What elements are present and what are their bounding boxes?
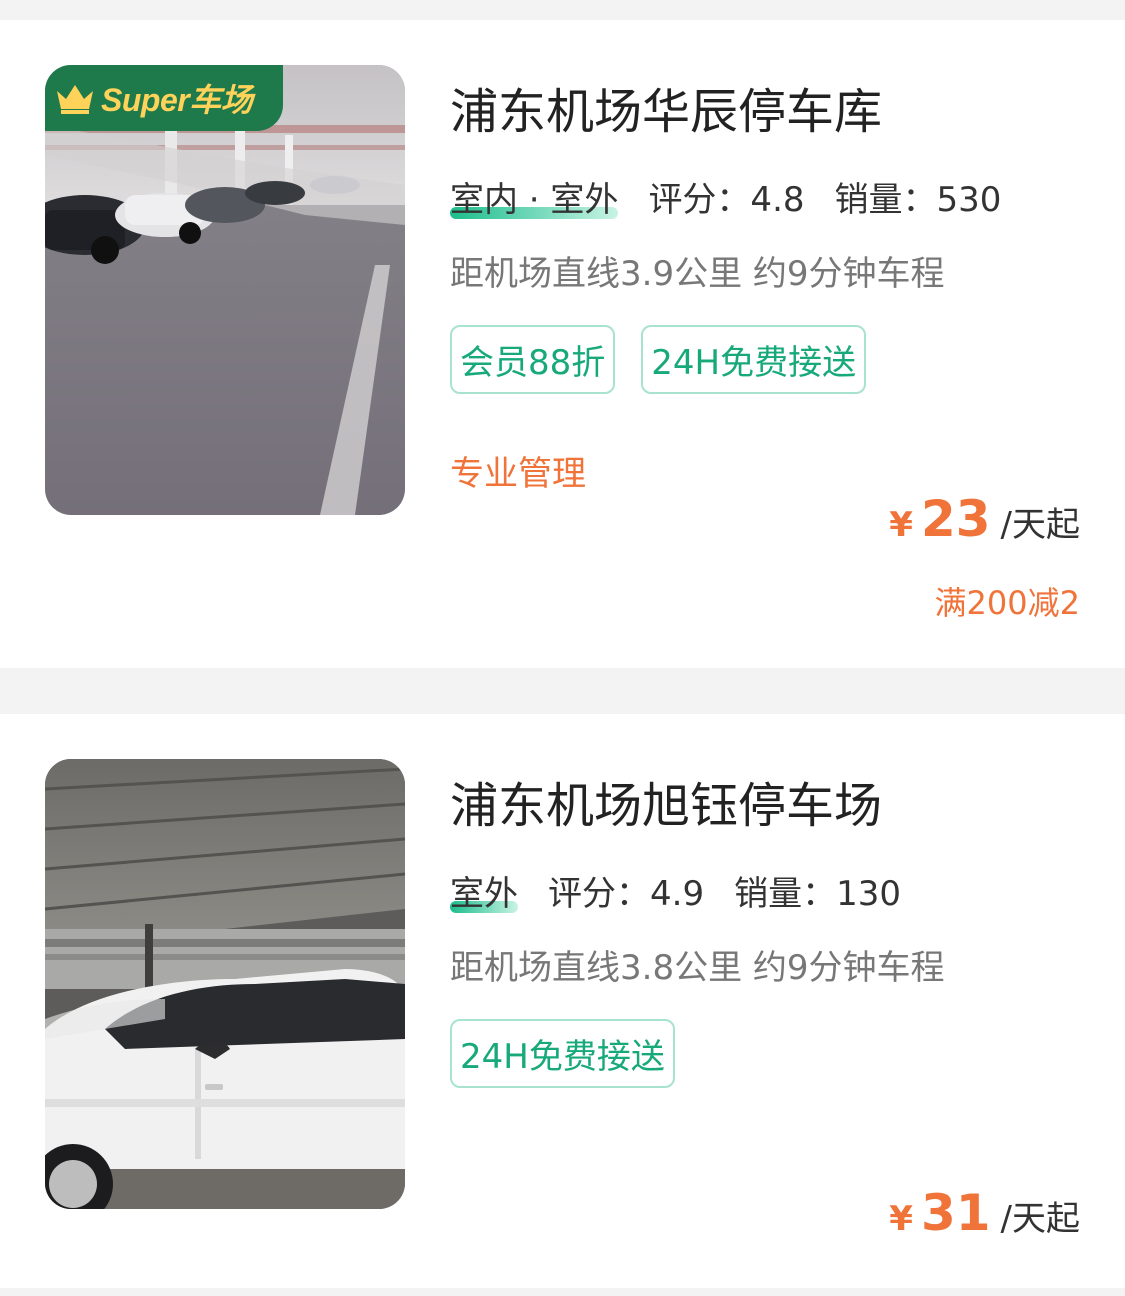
- price: ¥ 23 /天起: [889, 490, 1080, 548]
- rating-text: 评分：4.9: [548, 874, 705, 914]
- price-unit: /天起: [1000, 1199, 1080, 1239]
- distance-text: 距机场直线3.8公里 约9分钟车程: [450, 948, 945, 988]
- super-lot-badge: Super车场: [45, 65, 283, 131]
- parking-type-label: 室内 · 室外: [450, 180, 619, 220]
- currency-symbol: ¥: [889, 505, 913, 545]
- tag-list: 会员88折 24H免费接送: [450, 325, 867, 394]
- currency-symbol: ¥: [889, 1199, 913, 1239]
- parking-lot-photo[interactable]: [45, 759, 405, 1209]
- price-amount: 23: [920, 490, 991, 548]
- rating-text: 评分：4.8: [648, 180, 805, 220]
- indoor-garage-image: [45, 65, 405, 515]
- price-amount: 31: [920, 1184, 991, 1242]
- parking-lot-meta: 室内 · 室外 评分：4.8 销量：530: [450, 172, 1001, 221]
- feature-text: 专业管理: [450, 454, 586, 494]
- discount-text: 满200减2: [934, 584, 1080, 622]
- parking-lot-name[interactable]: 浦东机场旭钰停车场: [450, 766, 882, 836]
- member-discount-tag: 会员88折: [450, 325, 616, 394]
- crown-icon: [57, 85, 93, 114]
- parking-lot-meta: 室外 评分：4.9 销量：130: [450, 866, 901, 915]
- free-shuttle-tag: 24H免费接送: [450, 1019, 675, 1088]
- price-unit: /天起: [1000, 505, 1080, 545]
- sales-text: 销量：130: [734, 874, 901, 914]
- sales-text: 销量：530: [834, 180, 1002, 220]
- super-lot-badge-text: Super车场: [101, 82, 253, 118]
- outdoor-carport-image: [45, 759, 405, 1209]
- parking-lot-name[interactable]: 浦东机场华辰停车库: [450, 72, 882, 142]
- parking-type-label: 室外: [450, 874, 518, 914]
- parking-lot-photo[interactable]: Super车场: [45, 65, 405, 515]
- parking-lot-card[interactable]: 浦东机场旭钰停车场 室外 评分：4.9 销量：130 距机场直线3.8公里 约9…: [0, 714, 1125, 1288]
- price: ¥ 31 /天起: [889, 1184, 1080, 1242]
- tag-list: 24H免费接送: [450, 1019, 675, 1088]
- parking-lot-card[interactable]: Super车场 浦东机场华辰停车库 室内 · 室外 评分：4.8 销量：530 …: [0, 20, 1125, 668]
- distance-text: 距机场直线3.9公里 约9分钟车程: [450, 254, 945, 294]
- parking-lot-list: Super车场 浦东机场华辰停车库 室内 · 室外 评分：4.8 销量：530 …: [0, 0, 1125, 1296]
- free-shuttle-tag: 24H免费接送: [641, 325, 867, 394]
